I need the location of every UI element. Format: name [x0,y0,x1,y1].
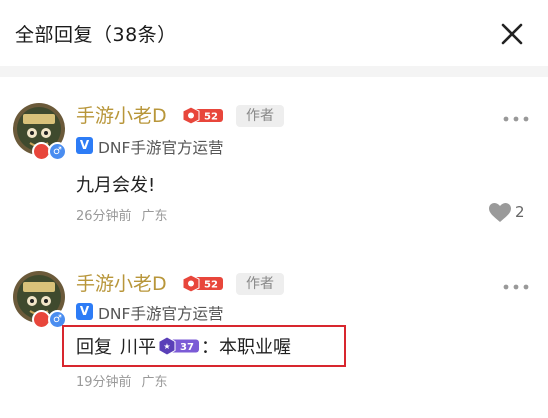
section-divider [0,66,548,77]
level-number: 52 [204,112,218,123]
replies-header: 全部回复（38条） [0,0,548,66]
reply-to-user[interactable]: 川平 [120,333,156,359]
comment-meta: 26分钟前 广东 [76,205,168,224]
level-number: 52 [204,280,218,291]
avatar[interactable]: ♂ [12,270,67,329]
comment-text: 九月会发! [76,175,156,196]
like-count: 2 [515,203,525,221]
v-verified-icon: V [76,303,93,320]
reply-prefix: 回复 [76,337,112,358]
avatar[interactable]: ♂ [12,102,67,161]
reply-level-number: 37 [180,342,194,353]
close-button[interactable] [496,18,528,50]
comment-item: ♂ 手游小老D 52 作者 V DNF手游官方运营 九月会发! 26分钟前 广东 … [0,77,548,247]
svg-text:★: ★ [163,342,170,351]
highlighted-reply: 回复 川平 ★ 37 ： 本职业喔 [62,325,346,367]
verify-text: DNF手游官方运营 [98,139,224,157]
username[interactable]: 手游小老D [76,269,167,296]
page-title: 全部回复（38条） [15,24,177,46]
author-tag: 作者 [236,105,284,127]
more-button[interactable] [502,109,530,122]
male-icon: ♂ [48,142,67,161]
level-badge: 52 [182,274,223,293]
reply-body: 本职业喔 [219,337,291,358]
heart-icon [489,203,511,222]
more-button[interactable] [502,277,530,290]
username[interactable]: 手游小老D [76,101,167,128]
comment-meta: 19分钟前 广东 [76,371,168,390]
timestamp: 19分钟前 [76,375,132,390]
location: 广东 [141,375,168,390]
v-verified-icon: V [76,137,93,154]
level-badge: 52 [182,106,223,125]
reply-level-badge: ★ 37 [158,336,199,356]
more-icon [503,284,529,290]
reply-text-row: 回复 川平 ★ 37 ： 本职业喔 [76,333,291,359]
verify-text: DNF手游官方运营 [98,305,224,323]
close-icon [501,23,523,45]
reply-colon: ： [201,337,219,358]
more-icon [503,116,529,122]
author-tag: 作者 [236,273,284,295]
location: 广东 [141,209,168,224]
timestamp: 26分钟前 [76,209,132,224]
